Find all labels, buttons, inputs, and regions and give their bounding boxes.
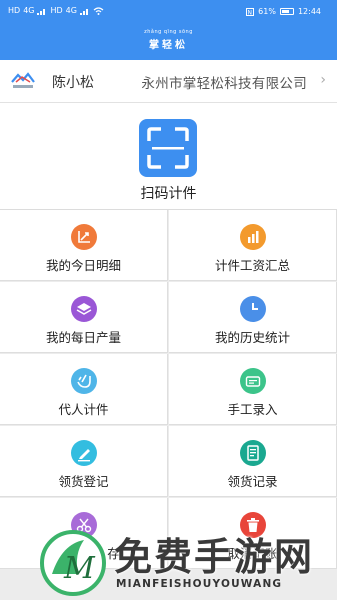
edit-icon (70, 440, 97, 466)
hand-icon (70, 368, 97, 394)
svg-text:N: N (248, 9, 253, 16)
menu-label: 领货登记 (58, 474, 109, 489)
chart-axis-icon (70, 224, 97, 250)
wifi-icon (93, 6, 104, 15)
watermark-logo-letter: M (63, 551, 96, 586)
battery-icon (279, 8, 294, 15)
scan-label[interactable]: 扫码计件 (0, 183, 337, 203)
page-title: 掌轻松 (149, 40, 188, 51)
menu-label: 计件工资汇总 (214, 258, 290, 273)
network-label-1: 4G (23, 6, 35, 15)
menu-label: 领货记录 (227, 474, 278, 489)
menu-item-manual-entry[interactable]: 手工录入 (169, 354, 337, 425)
clock-time: 12:44 (297, 7, 321, 16)
user-name: 陈小松 (52, 75, 94, 91)
menu-item-history-stats[interactable]: 我的历史统计 (169, 282, 337, 353)
menu-item-today-detail[interactable]: 我的今日明细 (0, 210, 168, 281)
hd-label-1: HD (8, 6, 21, 15)
chevron-right-icon[interactable]: › (320, 72, 326, 88)
status-bar: HD 4G HD 4G N 61% 12:44 (0, 0, 337, 24)
app-header: zhǎng qīng sōng 掌轻松 (0, 24, 337, 60)
menu-label: 手工录入 (227, 402, 278, 417)
signal-icon-2 (79, 8, 88, 15)
company-name: 永州市掌轻松科技有限公司 (141, 76, 307, 92)
menu-label: 我的历史统计 (214, 330, 290, 345)
signal-icon (37, 8, 46, 15)
battery-percent: 61% (258, 7, 276, 16)
menu-label: 代人计件 (58, 402, 109, 417)
hd-label-2: HD (50, 6, 63, 15)
user-company-bar[interactable]: 陈小松 永州市掌轻松科技有限公司 › (0, 60, 337, 103)
card-icon (239, 368, 266, 394)
status-right: N 61% 12:44 (246, 7, 321, 16)
site-watermark: M 免费手游网 MIANFEISHOUYOUWANG (40, 522, 337, 600)
signal-indicators: HD 4G HD 4G (8, 6, 104, 15)
menu-item-pickup-register[interactable]: 领货登记 (0, 426, 168, 497)
menu-label: 我的今日明细 (45, 258, 121, 273)
header-pinyin: zhǎng qīng sōng (144, 29, 193, 35)
mute-icon: N (246, 7, 255, 16)
network-label-2: 4G (65, 6, 77, 15)
menu-item-daily-output[interactable]: 我的每日产量 (0, 282, 168, 353)
menu-label: 我的每日产量 (45, 330, 121, 345)
scan-section: 扫码计件 (0, 103, 337, 210)
menu-item-wage-summary[interactable]: 计件工资汇总 (169, 210, 337, 281)
company-logo-icon (11, 72, 35, 88)
watermark-subtext: MIANFEISHOUYOUWANG (116, 578, 283, 590)
layers-icon (70, 296, 97, 322)
clock-icon (239, 296, 266, 322)
menu-item-proxy-count[interactable]: 代人计件 (0, 354, 168, 425)
watermark-text: 免费手游网 (114, 535, 315, 579)
bar-chart-icon (239, 224, 266, 250)
document-icon (239, 440, 266, 466)
menu-item-pickup-records[interactable]: 领货记录 (169, 426, 337, 497)
watermark-logo: M (40, 530, 106, 596)
scan-frame-icon[interactable] (139, 119, 197, 177)
